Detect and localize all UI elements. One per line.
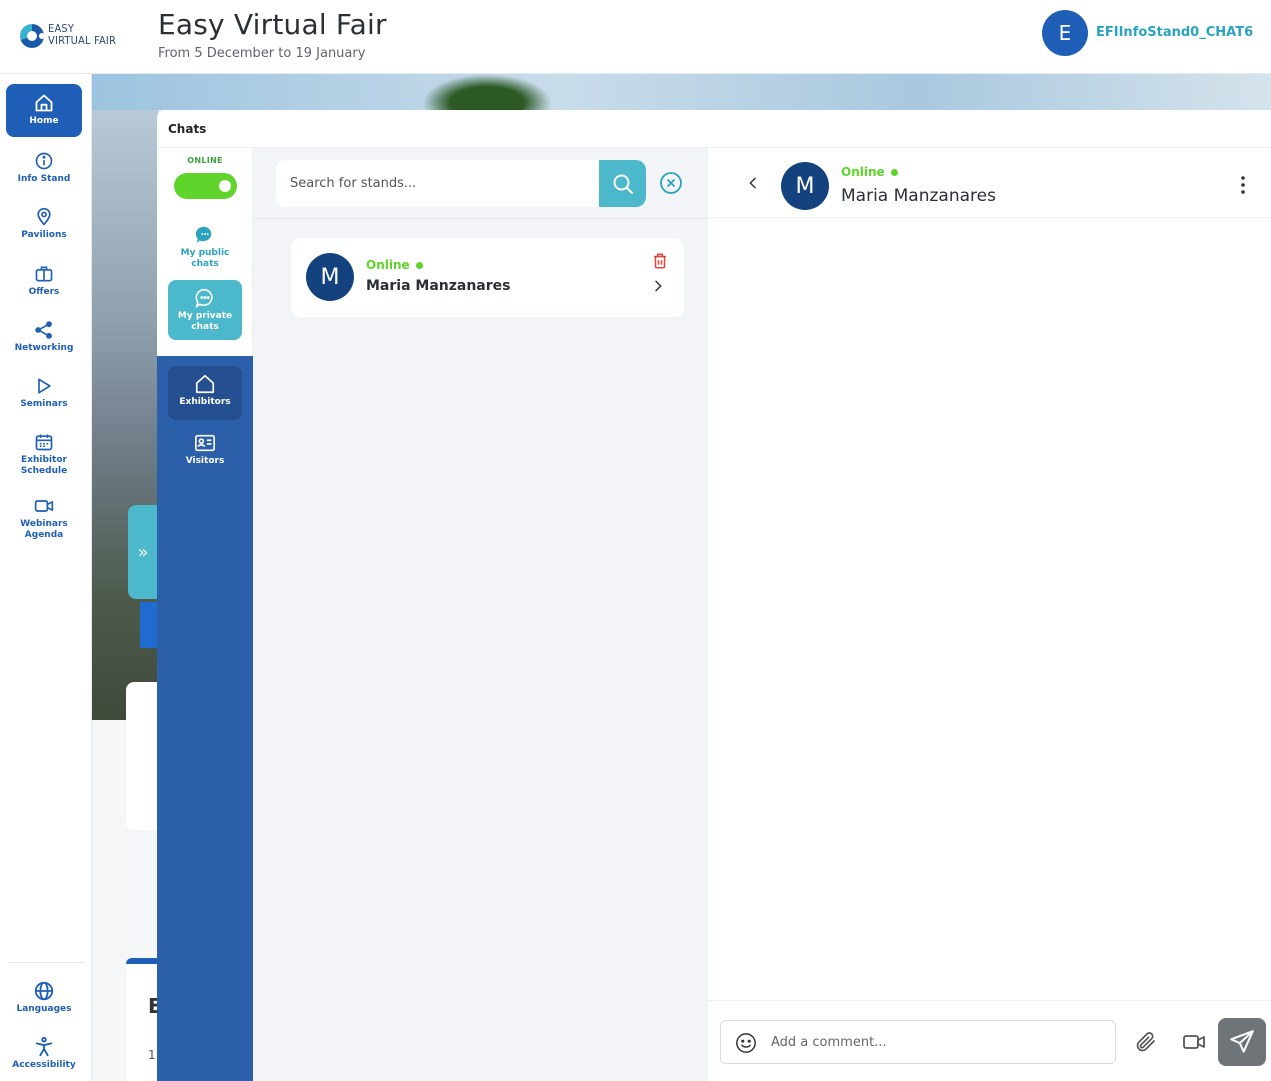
sidebar-item-exhibitor-schedule[interactable]: Exhibitor Schedule [6, 431, 82, 477]
sidebar-item-info-stand[interactable]: Info Stand [6, 150, 82, 185]
map-pin-icon [33, 206, 55, 228]
tab-visitors[interactable]: Visitors [168, 430, 242, 467]
sidebar-item-label: Offers [28, 287, 60, 297]
briefcase-icon [33, 263, 55, 285]
main-sidebar: Home Info Stand Pavilions Offers Network… [0, 74, 92, 1081]
sidebar-item-label: Webinars Agenda [20, 519, 68, 540]
nav-label: Exhibitors [179, 397, 231, 407]
comment-input[interactable] [771, 1021, 1111, 1063]
contact-status: Online [841, 165, 898, 179]
online-dot-icon [890, 169, 898, 176]
online-status-label: ONLINE [187, 156, 223, 165]
app-logo[interactable]: EASY VIRTUAL FAIR [20, 22, 120, 52]
message-composer [708, 1000, 1271, 1081]
scene-info-card: E 1 [126, 958, 162, 1081]
send-icon [1230, 1030, 1254, 1053]
chats-panel: Chats ONLINE My public chats My private … [157, 110, 1271, 1081]
sidebar-item-networking[interactable]: Networking [6, 319, 82, 354]
tab-my-private-chats[interactable]: My private chats [168, 280, 242, 340]
user-name[interactable]: EFIInfoStand0_CHAT6 [1096, 25, 1253, 40]
sidebar-item-label: Exhibitor Schedule [20, 455, 68, 476]
logo-text-line2: VIRTUAL FAIR [48, 34, 117, 47]
conversation-header: M Online Maria Manzanares [708, 148, 1271, 218]
double-chevron-right-icon: » [137, 541, 149, 563]
accessibility-icon [33, 1036, 55, 1058]
send-button[interactable] [1218, 1018, 1266, 1066]
chats-nav: ONLINE My public chats My private chats [157, 148, 253, 1081]
contact-status: Online [366, 258, 423, 272]
stand-search [276, 160, 646, 207]
search-input[interactable] [276, 160, 599, 207]
comment-field [720, 1020, 1116, 1064]
chats-nav-top: ONLINE My public chats My private chats [157, 148, 253, 356]
sidebar-item-seminars[interactable]: Seminars [6, 375, 82, 410]
chat-list-column: M Online Maria Manzanares [253, 148, 707, 1081]
contact-name: Maria Manzanares [841, 186, 996, 206]
sidebar-item-offers[interactable]: Offers [6, 263, 82, 298]
sidebar-item-home[interactable]: Home [6, 84, 82, 137]
search-icon [613, 174, 633, 194]
scene-tree [422, 74, 552, 110]
video-camera-icon [33, 495, 55, 517]
info-icon [33, 150, 55, 172]
scene-card [126, 682, 158, 830]
online-dot-icon [415, 262, 423, 269]
toggle-knob [219, 180, 231, 192]
chat-list-item[interactable]: M Online Maria Manzanares [291, 238, 684, 317]
nav-label: Visitors [185, 456, 225, 466]
chat-bubble-outline-icon [194, 287, 216, 309]
sidebar-item-label: Networking [14, 343, 74, 353]
list-divider [253, 218, 707, 219]
chats-panel-title: Chats [168, 122, 207, 136]
paperclip-icon[interactable] [1134, 1030, 1158, 1054]
status-text: Online [841, 165, 885, 179]
sidebar-item-label: Pavilions [21, 230, 67, 240]
video-call-icon[interactable] [1182, 1031, 1206, 1053]
delete-icon[interactable] [651, 252, 669, 270]
nav-label: My private chats [177, 311, 233, 332]
logo-mark-icon [20, 24, 45, 48]
online-toggle[interactable] [174, 173, 237, 199]
sidebar-item-pavilions[interactable]: Pavilions [6, 206, 82, 241]
close-circle-icon [660, 172, 682, 194]
search-button[interactable] [599, 160, 646, 207]
emoji-icon[interactable] [735, 1032, 757, 1054]
clear-search-button[interactable] [659, 171, 683, 195]
avatar: M [306, 253, 354, 301]
share-icon [33, 319, 55, 341]
tab-my-public-chats[interactable]: My public chats [168, 224, 242, 270]
sidebar-item-label: Seminars [20, 399, 68, 409]
app-header: EASY VIRTUAL FAIR Easy Virtual Fair From… [0, 0, 1271, 74]
sidebar-item-languages[interactable]: Languages [6, 980, 82, 1015]
sidebar-item-label: Languages [16, 1004, 72, 1014]
more-vertical-icon[interactable] [1235, 175, 1251, 195]
sidebar-item-accessibility[interactable]: Accessibility [6, 1036, 82, 1071]
sidebar-item-label: Info Stand [17, 174, 71, 184]
tab-exhibitors[interactable]: Exhibitors [168, 366, 242, 420]
page-title: Easy Virtual Fair [158, 8, 387, 41]
calendar-icon [33, 431, 55, 453]
status-text: Online [366, 258, 410, 272]
home-icon [33, 92, 55, 114]
avatar: M [781, 162, 829, 210]
globe-icon [33, 980, 55, 1002]
sidebar-divider [8, 962, 84, 963]
house-icon [194, 373, 216, 395]
expand-panel-button[interactable]: » [128, 505, 158, 599]
scene-blue-strip [140, 602, 158, 648]
sidebar-item-label: Accessibility [12, 1060, 76, 1070]
contact-name: Maria Manzanares [366, 278, 511, 294]
scene-sky [92, 74, 1271, 110]
play-icon [33, 375, 55, 397]
chevron-right-icon[interactable] [650, 278, 666, 294]
chat-bubble-icon [194, 224, 216, 246]
sidebar-item-webinars-agenda[interactable]: Webinars Agenda [6, 495, 82, 541]
nav-label: My public chats [180, 248, 230, 269]
event-dates: From 5 December to 19 January [158, 46, 366, 61]
chevron-left-icon[interactable] [745, 175, 761, 191]
user-avatar[interactable]: E [1042, 10, 1088, 56]
id-card-icon [194, 432, 216, 454]
sidebar-item-label: Home [29, 116, 59, 126]
conversation-pane: M Online Maria Manzanares [707, 148, 1271, 1081]
